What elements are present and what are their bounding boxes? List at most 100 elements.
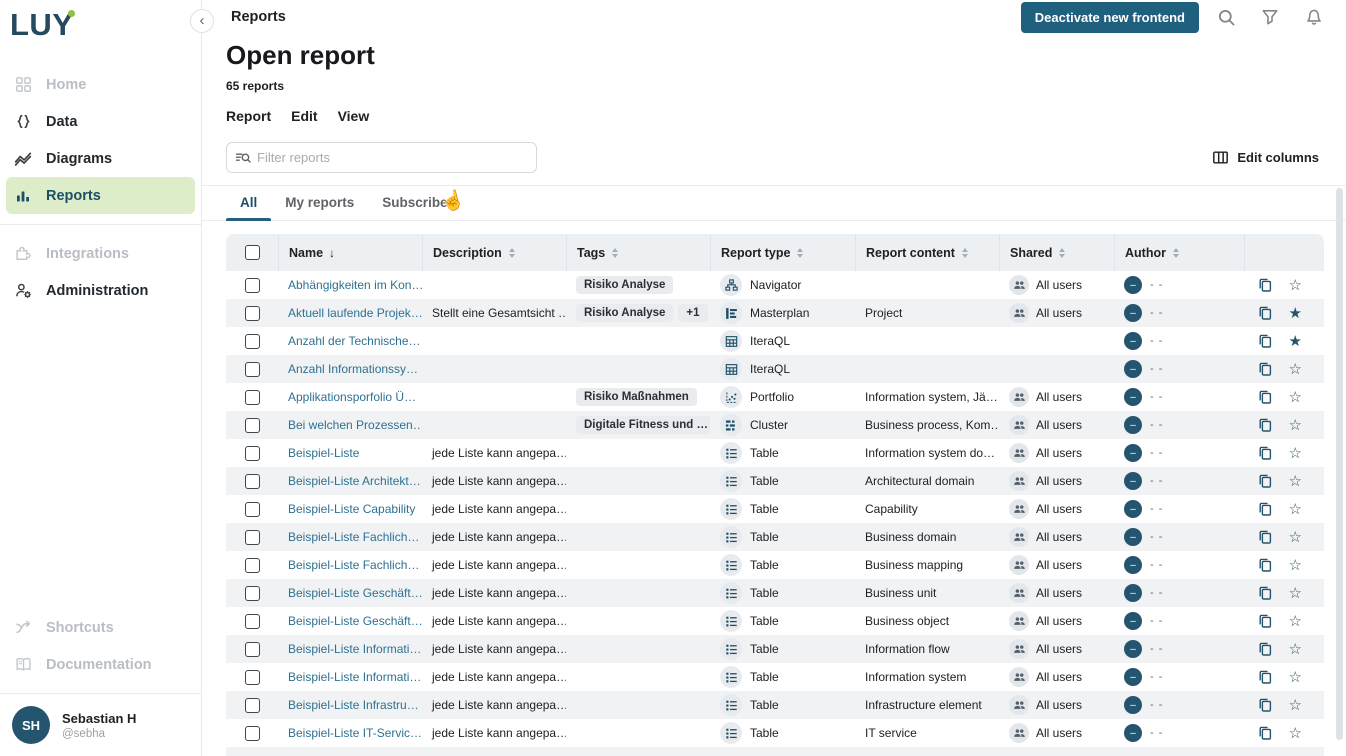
report-name-link[interactable]: Beispiel-Liste: [288, 446, 359, 460]
copy-icon[interactable]: [1257, 445, 1273, 461]
copy-icon[interactable]: [1257, 333, 1273, 349]
table-row[interactable]: Beispiel-Liste Infrastru… jede Liste kan…: [226, 691, 1324, 719]
copy-icon[interactable]: [1257, 361, 1273, 377]
report-name-link[interactable]: Beispiel-Liste Geschäft…: [288, 586, 422, 600]
report-name-link[interactable]: Beispiel-Liste Architekt…: [288, 474, 421, 488]
copy-icon[interactable]: [1257, 613, 1273, 629]
star-icon[interactable]: ☆: [1289, 446, 1302, 461]
filter-reports-input[interactable]: [226, 142, 537, 173]
star-icon[interactable]: ☆: [1289, 530, 1302, 545]
star-icon[interactable]: ☆: [1289, 390, 1302, 405]
row-checkbox[interactable]: [245, 586, 260, 601]
tab-subscribed[interactable]: Subscribed: [368, 186, 470, 220]
row-checkbox[interactable]: [245, 530, 260, 545]
copy-icon[interactable]: [1257, 305, 1273, 321]
report-name-link[interactable]: Anzahl Informationssy…: [288, 362, 418, 376]
filter-icon[interactable]: [1253, 0, 1287, 34]
star-icon[interactable]: ☆: [1289, 614, 1302, 629]
copy-icon[interactable]: [1257, 389, 1273, 405]
menu-report[interactable]: Report: [226, 108, 271, 124]
tab-all[interactable]: All: [226, 186, 271, 220]
copy-icon[interactable]: [1257, 501, 1273, 517]
copy-icon[interactable]: [1257, 529, 1273, 545]
copy-icon[interactable]: [1257, 725, 1273, 741]
column-header-shared[interactable]: Shared: [999, 234, 1114, 271]
row-checkbox[interactable]: [245, 362, 260, 377]
table-row[interactable]: Beispiel-Liste Fachlich… jede Liste kann…: [226, 523, 1324, 551]
user-profile[interactable]: SH Sebastian H @sebha: [0, 693, 201, 756]
deactivate-frontend-button[interactable]: Deactivate new frontend: [1021, 2, 1199, 33]
row-checkbox[interactable]: [245, 474, 260, 489]
sidebar-item-shortcuts[interactable]: Shortcuts: [6, 609, 195, 646]
table-row[interactable]: Beispiel-Liste Architekt… jede Liste kan…: [226, 467, 1324, 495]
row-checkbox[interactable]: [245, 670, 260, 685]
tab-my-reports[interactable]: My reports: [271, 186, 368, 220]
table-row[interactable]: Beispiel-Liste IT-Servic… jede Liste kan…: [226, 719, 1324, 747]
row-checkbox[interactable]: [245, 614, 260, 629]
sidebar-item-data[interactable]: Data: [6, 103, 195, 140]
table-row[interactable]: Applikationsporfolio Ü… Risiko Maßnahmen…: [226, 383, 1324, 411]
report-name-link[interactable]: Abhängigkeiten im Kon…: [288, 278, 422, 292]
star-icon[interactable]: ☆: [1289, 698, 1302, 713]
select-all-checkbox[interactable]: [245, 245, 260, 260]
column-header-description[interactable]: Description: [422, 234, 566, 271]
column-header-tags[interactable]: Tags: [566, 234, 710, 271]
sidebar-item-integrations[interactable]: Integrations: [6, 235, 195, 272]
table-row[interactable]: Beispiel-Liste Capability jede Liste kan…: [226, 495, 1324, 523]
row-checkbox[interactable]: [245, 502, 260, 517]
table-row[interactable]: Beispiel-Liste Fachlich… jede Liste kann…: [226, 551, 1324, 579]
filter-reports-field[interactable]: [257, 150, 528, 165]
column-header-report-type[interactable]: Report type: [710, 234, 855, 271]
star-icon[interactable]: ★: [1289, 306, 1302, 321]
table-row[interactable]: Beispiel-Liste Geschäft… jede Liste kann…: [226, 579, 1324, 607]
copy-icon[interactable]: [1257, 417, 1273, 433]
star-icon[interactable]: ☆: [1289, 278, 1302, 293]
copy-icon[interactable]: [1257, 669, 1273, 685]
row-checkbox[interactable]: [245, 334, 260, 349]
copy-icon[interactable]: [1257, 473, 1273, 489]
star-icon[interactable]: ☆: [1289, 418, 1302, 433]
star-icon[interactable]: ☆: [1289, 642, 1302, 657]
table-row[interactable]: Aktuell laufende Projek… Stellt eine Ges…: [226, 299, 1324, 327]
star-icon[interactable]: ☆: [1289, 474, 1302, 489]
table-row[interactable]: Anzahl Informationssy… IteraQL – - - ☆: [226, 355, 1324, 383]
report-name-link[interactable]: Applikationsporfolio Ü…: [288, 390, 416, 404]
luy-logo[interactable]: LUY: [10, 8, 100, 42]
bell-icon[interactable]: [1297, 0, 1331, 34]
menu-edit[interactable]: Edit: [291, 108, 317, 124]
report-name-link[interactable]: Beispiel-Liste Capability: [288, 502, 415, 516]
sidebar-collapse-button[interactable]: ‹: [190, 9, 214, 33]
report-name-link[interactable]: Beispiel-Liste Informati…: [288, 670, 421, 684]
star-icon[interactable]: ☆: [1289, 558, 1302, 573]
report-name-link[interactable]: Anzahl der Technische…: [288, 334, 421, 348]
row-checkbox[interactable]: [245, 698, 260, 713]
table-row[interactable]: Bei welchen Prozessen… Digitale Fitness …: [226, 411, 1324, 439]
copy-icon[interactable]: [1257, 585, 1273, 601]
table-row[interactable]: Beispiel-Liste Informati… jede Liste kan…: [226, 635, 1324, 663]
table-row[interactable]: Anzahl der Technische… IteraQL – - - ★: [226, 327, 1324, 355]
sidebar-item-administration[interactable]: Administration: [6, 272, 195, 309]
sidebar-item-documentation[interactable]: Documentation: [6, 646, 195, 683]
vertical-scrollbar[interactable]: [1336, 188, 1343, 740]
star-icon[interactable]: ☆: [1289, 502, 1302, 517]
row-checkbox[interactable]: [245, 726, 260, 741]
table-row[interactable]: Beispiel-Liste jede Liste kann angepa… T…: [226, 439, 1324, 467]
row-checkbox[interactable]: [245, 278, 260, 293]
report-name-link[interactable]: Beispiel-Liste Informati…: [288, 642, 421, 656]
report-name-link[interactable]: Aktuell laufende Projek…: [288, 306, 422, 320]
menu-view[interactable]: View: [338, 108, 370, 124]
column-header-report-content[interactable]: Report content: [855, 234, 999, 271]
report-name-link[interactable]: Beispiel-Liste IT-Servic…: [288, 726, 422, 740]
copy-icon[interactable]: [1257, 641, 1273, 657]
column-header-name[interactable]: Name↓: [278, 234, 422, 271]
star-icon[interactable]: ☆: [1289, 726, 1302, 741]
report-name-link[interactable]: Beispiel-Liste Infrastru…: [288, 698, 419, 712]
search-icon[interactable]: [1209, 0, 1243, 34]
row-checkbox[interactable]: [245, 306, 260, 321]
row-checkbox[interactable]: [245, 642, 260, 657]
row-checkbox[interactable]: [245, 390, 260, 405]
star-icon[interactable]: ☆: [1289, 670, 1302, 685]
report-name-link[interactable]: Beispiel-Liste Fachlich…: [288, 530, 419, 544]
sidebar-item-diagrams[interactable]: Diagrams: [6, 140, 195, 177]
column-header-author[interactable]: Author: [1114, 234, 1244, 271]
